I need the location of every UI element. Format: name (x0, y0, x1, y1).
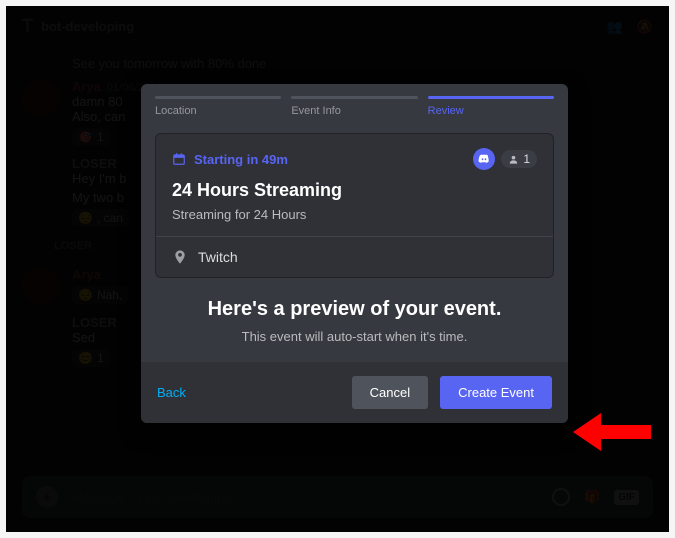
event-description: Streaming for 24 Hours (172, 207, 537, 222)
location-pin-icon (172, 249, 188, 265)
event-location: Twitch (198, 249, 238, 265)
person-icon (508, 154, 519, 165)
tab-location[interactable]: Location (155, 96, 281, 117)
tab-review[interactable]: Review (428, 96, 554, 117)
cancel-button[interactable]: Cancel (352, 376, 428, 409)
event-location-row: Twitch (156, 237, 553, 277)
discord-icon (473, 148, 495, 170)
preview-heading: Here's a preview of your event. (141, 298, 568, 321)
create-event-modal: Location Event Info Review Starting in 4 (141, 84, 568, 423)
calendar-icon (172, 152, 186, 166)
preview-subtext: This event will auto-start when it's tim… (141, 329, 568, 344)
tab-event-info[interactable]: Event Info (291, 96, 417, 117)
event-start-time: Starting in 49m (172, 152, 288, 167)
back-button[interactable]: Back (157, 385, 186, 400)
event-title: 24 Hours Streaming (172, 180, 537, 201)
event-preview-card: Starting in 49m 1 24 Hours Streaming Str… (155, 133, 554, 278)
wizard-tabs: Location Event Info Review (141, 84, 568, 125)
create-event-button[interactable]: Create Event (440, 376, 552, 409)
modal-footer: Back Cancel Create Event (141, 362, 568, 423)
interested-count: 1 (501, 150, 537, 168)
